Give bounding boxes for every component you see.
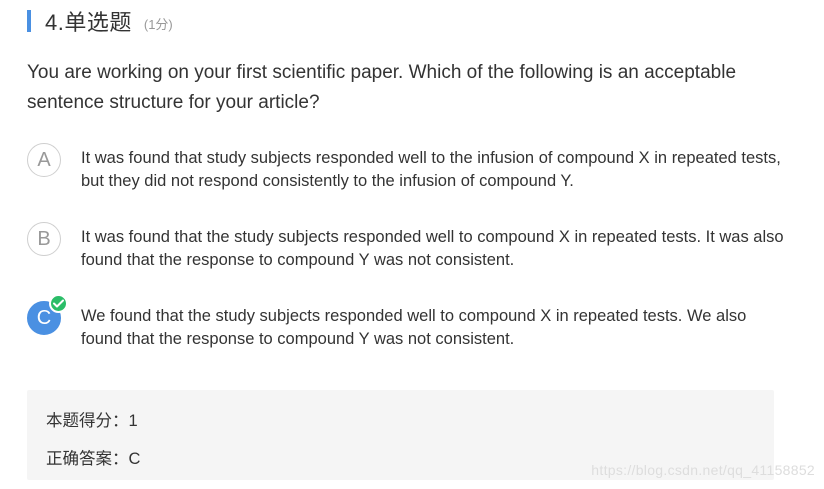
option-a[interactable]: A It was found that study subjects respo… (27, 143, 787, 193)
option-b-circle[interactable]: B (27, 222, 61, 256)
question-title: 4.单选题 (45, 10, 132, 35)
question-accent-bar (27, 10, 31, 32)
watermark: https://blog.csdn.net/qq_41158852 (591, 462, 815, 478)
option-a-letter: A (37, 148, 51, 171)
option-b[interactable]: B It was found that the study subjects r… (27, 222, 787, 272)
option-b-text: It was found that the study subjects res… (81, 228, 784, 269)
option-a-circle[interactable]: A (27, 143, 61, 177)
check-circle-icon (49, 294, 68, 313)
option-c[interactable]: C We found that the study subjects respo… (27, 294, 787, 351)
question-score-result: 本题得分：1 (46, 412, 138, 430)
option-a-text: It was found that study subjects respond… (81, 149, 781, 190)
correct-answer: 正确答案：C (46, 450, 141, 468)
question-score: (1分) (143, 16, 173, 32)
option-c-text: We found that the study subjects respond… (81, 307, 747, 348)
question-header: 4.单选题 (1分) (27, 6, 173, 36)
question-text: You are working on your first scientific… (27, 62, 737, 113)
option-c-letter: C (36, 306, 52, 329)
quiz-page: 4.单选题 (1分) You are working on your first… (0, 0, 824, 489)
option-b-letter: B (37, 227, 51, 250)
option-c-circle[interactable]: C (27, 294, 68, 335)
